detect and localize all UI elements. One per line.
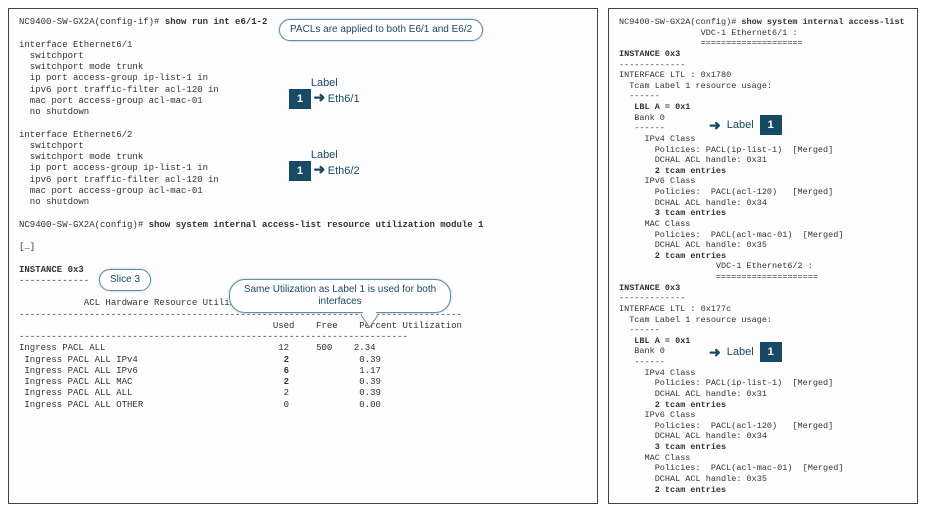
callout-utilization: Same Utilization as Label 1 is used for … [229,279,451,313]
left-panel: NC9400-SW-GX2A(config-if)# show run int … [8,8,598,504]
arrow-icon: ➜ [709,117,721,134]
eth-label: Eth6/2 [328,165,360,177]
label-word: Label [727,119,754,131]
label-tag-eth2: Label 1 ➜ Eth6/2 [289,149,360,181]
arrow-icon: ➜ [314,89,326,105]
right-panel: NC9400-SW-GX2A(config)# show system inte… [608,8,918,504]
cli-output-right: NC9400-SW-GX2A(config)# show system inte… [619,17,907,495]
label-word: Label [289,77,360,89]
label-word: Label [289,149,360,161]
label-word: Label [727,346,754,358]
label-tag-right-1: ➜ Label 1 [709,115,782,135]
label-box: 1 [289,161,311,181]
label-box: 1 [760,342,782,362]
eth-label: Eth6/1 [328,93,360,105]
arrow-icon: ➜ [709,344,721,361]
label-tag-right-2: ➜ Label 1 [709,342,782,362]
callout-slice: Slice 3 [99,269,151,291]
arrow-icon: ➜ [314,161,326,177]
label-box: 1 [289,89,311,109]
label-box: 1 [760,115,782,135]
callout-pacls: PACLs are applied to both E6/1 and E6/2 [279,19,483,41]
label-tag-eth1: Label 1 ➜ Eth6/1 [289,77,360,109]
